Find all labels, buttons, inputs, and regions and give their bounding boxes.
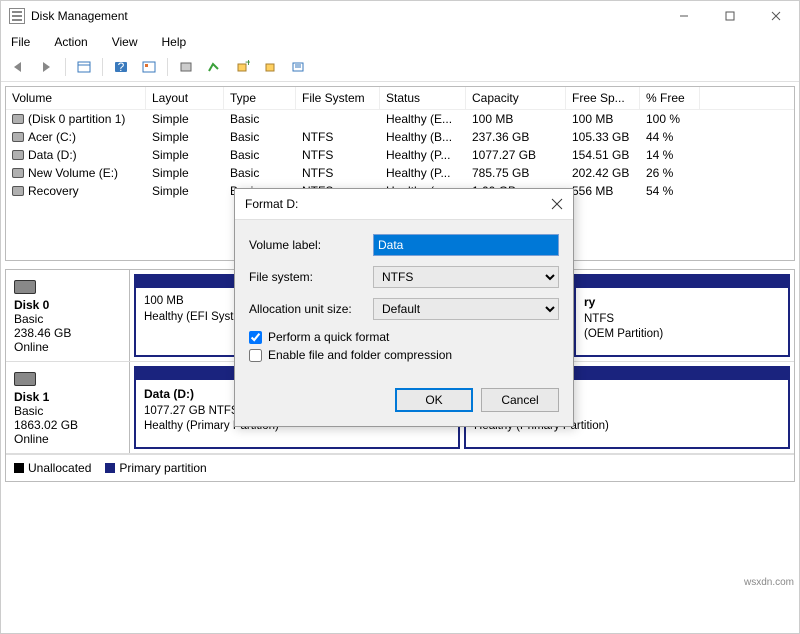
drive-icon	[12, 186, 24, 196]
volume-row[interactable]: (Disk 0 partition 1)SimpleBasicHealthy (…	[6, 110, 794, 128]
compression-checkbox[interactable]	[249, 349, 262, 362]
volume-row[interactable]: Acer (C:)SimpleBasicNTFSHealthy (B...237…	[6, 128, 794, 146]
legend-primary-label: Primary partition	[119, 461, 206, 475]
drive-icon	[12, 150, 24, 160]
allocation-unit-label: Allocation unit size:	[249, 302, 373, 316]
disk-icon	[14, 280, 36, 294]
quick-format-checkbox[interactable]	[249, 331, 262, 344]
volume-row[interactable]: Data (D:)SimpleBasicNTFSHealthy (P...107…	[6, 146, 794, 164]
watermark: wsxdn.com	[744, 577, 794, 588]
file-system-select[interactable]: NTFS	[373, 266, 559, 288]
compression-label: Enable file and folder compression	[268, 348, 452, 362]
app-icon	[9, 8, 25, 24]
titlebar: Disk Management	[1, 1, 799, 31]
svg-text:?: ?	[118, 60, 125, 74]
tool-icon-3[interactable]: +	[230, 56, 254, 78]
minimize-button[interactable]	[661, 1, 707, 31]
maximize-button[interactable]	[707, 1, 753, 31]
volume-list-header: Volume Layout Type File System Status Ca…	[6, 87, 794, 110]
close-button[interactable]	[753, 1, 799, 31]
col-layout[interactable]: Layout	[146, 87, 224, 109]
help-icon[interactable]: ?	[109, 56, 133, 78]
window-title: Disk Management	[31, 9, 128, 23]
dialog-close-icon[interactable]	[551, 198, 563, 210]
toolbar: ? +	[1, 53, 799, 82]
properties-icon[interactable]	[286, 56, 310, 78]
menu-file[interactable]: File	[7, 33, 34, 51]
disk-icon	[14, 372, 36, 386]
dialog-titlebar: Format D:	[235, 189, 573, 220]
menu-bar: File Action View Help	[1, 31, 799, 53]
tool-icon-1[interactable]	[174, 56, 198, 78]
legend-unallocated-swatch	[14, 463, 24, 473]
legend: Unallocated Primary partition	[6, 454, 794, 481]
disk-info: Disk 0Basic238.46 GBOnline	[6, 270, 130, 361]
col-pct-free[interactable]: % Free	[640, 87, 700, 109]
menu-action[interactable]: Action	[50, 33, 91, 51]
col-status[interactable]: Status	[380, 87, 466, 109]
legend-unallocated-label: Unallocated	[28, 461, 91, 475]
partition-block[interactable]: ryNTFS(OEM Partition)	[574, 274, 790, 357]
volume-label-label: Volume label:	[249, 238, 373, 252]
menu-view[interactable]: View	[108, 33, 142, 51]
legend-primary-swatch	[105, 463, 115, 473]
col-volume[interactable]: Volume	[6, 87, 146, 109]
col-filesystem[interactable]: File System	[296, 87, 380, 109]
file-system-label: File system:	[249, 270, 373, 284]
back-icon[interactable]	[7, 56, 31, 78]
drive-icon	[12, 168, 24, 178]
ok-button[interactable]: OK	[395, 388, 473, 412]
svg-text:+: +	[245, 60, 250, 69]
allocation-unit-select[interactable]: Default	[373, 298, 559, 320]
cancel-button[interactable]: Cancel	[481, 388, 559, 412]
col-capacity[interactable]: Capacity	[466, 87, 566, 109]
dialog-title: Format D:	[245, 197, 298, 211]
show-hide-icon[interactable]	[72, 56, 96, 78]
tool-icon-4[interactable]	[258, 56, 282, 78]
menu-help[interactable]: Help	[158, 33, 191, 51]
quick-format-label: Perform a quick format	[268, 330, 389, 344]
tool-icon-2[interactable]	[202, 56, 226, 78]
col-type[interactable]: Type	[224, 87, 296, 109]
disk-info: Disk 1Basic1863.02 GBOnline	[6, 362, 130, 453]
col-free-space[interactable]: Free Sp...	[566, 87, 640, 109]
volume-label-input[interactable]	[373, 234, 559, 256]
refresh-icon[interactable]	[137, 56, 161, 78]
format-dialog: Format D: Volume label: File system: NTF…	[234, 188, 574, 427]
drive-icon	[12, 132, 24, 142]
forward-icon[interactable]	[35, 56, 59, 78]
volume-row[interactable]: New Volume (E:)SimpleBasicNTFSHealthy (P…	[6, 164, 794, 182]
drive-icon	[12, 114, 24, 124]
